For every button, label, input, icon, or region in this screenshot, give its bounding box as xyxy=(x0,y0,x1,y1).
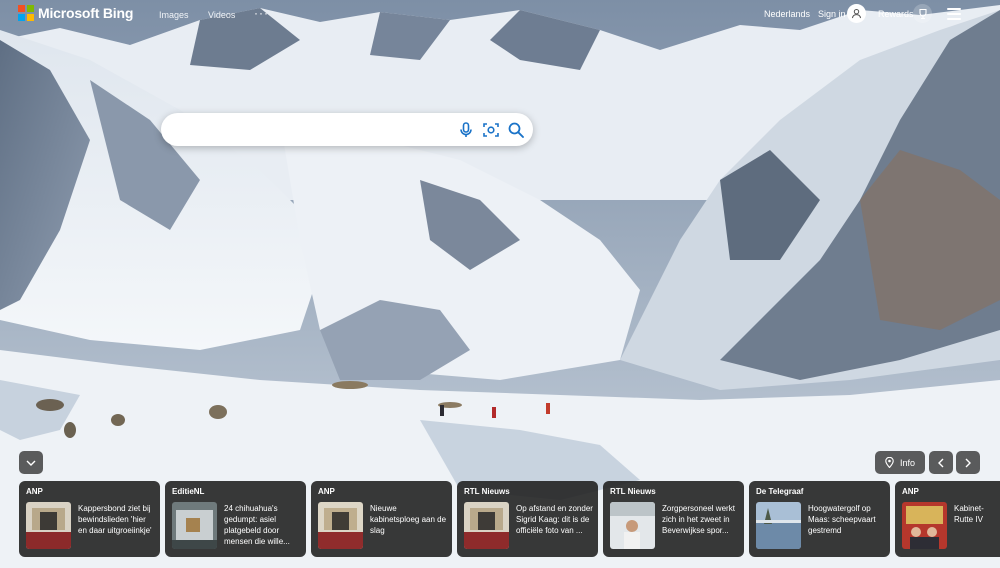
sign-in-link[interactable]: Sign in xyxy=(818,9,846,19)
news-thumbnail xyxy=(318,502,363,549)
menu-line xyxy=(947,18,961,20)
trophy-icon xyxy=(918,8,927,19)
logo-square-red xyxy=(18,5,25,12)
chevron-right-icon xyxy=(965,458,971,467)
news-source: RTL Nieuws xyxy=(610,487,656,496)
news-source: EditieNL xyxy=(172,487,205,496)
previous-image-button[interactable] xyxy=(929,451,953,474)
news-card[interactable]: RTL Nieuws Op afstand en zonder Sigrid K… xyxy=(457,481,598,557)
news-headline: Kabinet-Rutte IV beëdigd xyxy=(954,504,984,524)
news-headline: Nieuwe kabinetsploeg aan de slag xyxy=(370,504,447,535)
news-source: ANP xyxy=(902,487,919,496)
news-card[interactable]: ANP Kappersbond ziet bij bewindslieden '… xyxy=(19,481,160,557)
more-menu-button[interactable]: ··· xyxy=(254,6,269,20)
news-card[interactable]: ANP Kabinet-Rutte IV beëdigd xyxy=(895,481,1000,557)
brand-name: Microsoft Bing xyxy=(38,5,134,21)
rewards-link[interactable]: Rewards xyxy=(878,9,914,19)
logo-square-green xyxy=(27,5,34,12)
news-card[interactable]: De Telegraaf Hoogwatergolf op Maas: sche… xyxy=(749,481,890,557)
logo-square-yellow xyxy=(27,14,34,21)
news-source: ANP xyxy=(318,487,335,496)
microsoft-logo-icon xyxy=(18,5,34,21)
info-button[interactable]: Info xyxy=(875,451,925,474)
news-headline: Kappersbond ziet bij bewindslieden 'hier… xyxy=(78,504,152,535)
menu-line xyxy=(947,13,961,15)
microphone-icon[interactable] xyxy=(457,121,475,139)
news-card[interactable]: EditieNL 24 chihuahua's gedumpt: asiel p… xyxy=(165,481,306,557)
visual-search-icon[interactable] xyxy=(482,121,500,139)
news-source: RTL Nieuws xyxy=(464,487,510,496)
collapse-news-button[interactable] xyxy=(19,451,43,474)
news-headline: Zorgpersoneel werkt zich in het zweet in… xyxy=(662,504,735,535)
next-image-button[interactable] xyxy=(956,451,980,474)
nav-videos-link[interactable]: Videos xyxy=(208,10,235,20)
news-headline: Op afstand en zonder Sigrid Kaag: dit is… xyxy=(516,504,593,535)
news-source: De Telegraaf xyxy=(756,487,804,496)
search-box xyxy=(161,113,533,146)
chevron-left-icon xyxy=(938,458,944,467)
chevron-down-icon xyxy=(26,460,36,466)
logo-square-blue xyxy=(18,14,25,21)
news-thumbnail xyxy=(26,502,71,549)
news-thumbnail xyxy=(756,502,801,549)
news-card[interactable]: ANP Nieuwe kabinetsploeg aan de slag xyxy=(311,481,452,557)
news-headline: 24 chihuahua's gedumpt: asiel platgebeld… xyxy=(224,504,290,546)
news-thumbnail xyxy=(172,502,217,549)
news-thumbnail xyxy=(902,502,947,549)
hamburger-menu-icon[interactable] xyxy=(947,8,961,20)
news-headline: Hoogwatergolf op Maas: scheepvaart gestr… xyxy=(808,504,876,535)
search-icon[interactable] xyxy=(507,121,525,139)
person-icon xyxy=(851,8,862,19)
top-header: Microsoft Bing Images Videos ··· Nederla… xyxy=(0,0,1000,30)
rewards-trophy-icon[interactable] xyxy=(913,4,932,23)
news-card[interactable]: RTL Nieuws Zorgpersoneel werkt zich in h… xyxy=(603,481,744,557)
nav-images-link[interactable]: Images xyxy=(159,10,189,20)
search-input[interactable] xyxy=(177,119,451,142)
news-thumbnail xyxy=(464,502,509,549)
news-thumbnail xyxy=(610,502,655,549)
news-source: ANP xyxy=(26,487,43,496)
bing-logo[interactable]: Microsoft Bing xyxy=(18,5,133,21)
info-label: Info xyxy=(899,457,915,468)
location-pin-icon xyxy=(885,457,894,468)
menu-line xyxy=(947,8,961,10)
user-avatar-icon[interactable] xyxy=(847,4,866,23)
language-link[interactable]: Nederlands xyxy=(764,9,810,19)
